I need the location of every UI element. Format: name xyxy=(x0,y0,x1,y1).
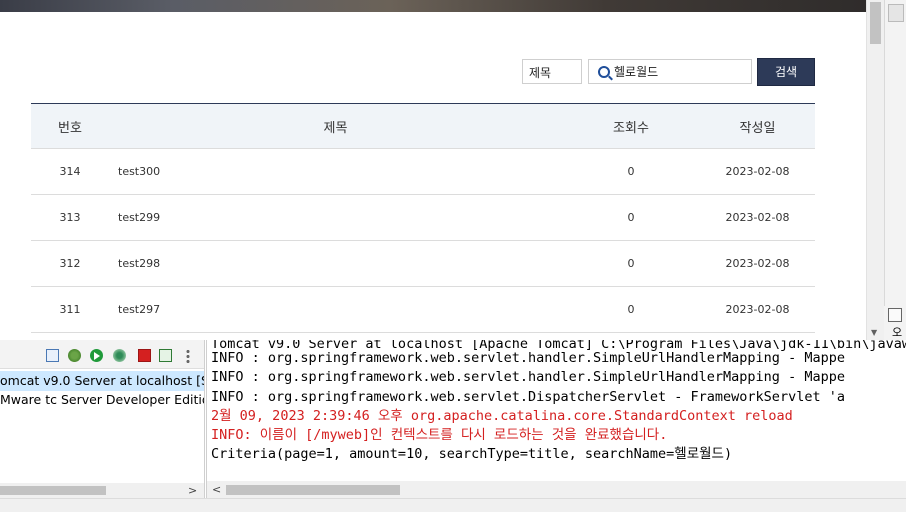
search-type-select[interactable]: 제목 xyxy=(522,59,582,84)
publish-icon[interactable] xyxy=(159,349,172,362)
row-views: 0 xyxy=(562,240,700,287)
row-title-link[interactable]: test298 xyxy=(109,240,562,287)
row-number: 311 xyxy=(31,286,109,333)
collapse-icon[interactable] xyxy=(46,349,59,362)
servers-view: omcat v9.0 Server at localhost [St Mware… xyxy=(0,340,205,498)
console-view: Tomcat v9.0 Server at localhost [Apache … xyxy=(206,340,906,498)
header-views: 조회수 xyxy=(562,103,700,149)
side-panel-strip xyxy=(884,0,906,340)
profile-icon[interactable] xyxy=(113,349,126,362)
table-row[interactable]: 311 test297 0 2023-02-08 xyxy=(31,286,815,333)
search-input[interactable] xyxy=(614,63,744,80)
console-line: INFO : org.springframework.web.servlet.D… xyxy=(211,388,845,405)
table-row[interactable]: 312 test298 0 2023-02-08 xyxy=(31,240,815,287)
status-bar xyxy=(0,498,906,512)
row-title-link[interactable]: test299 xyxy=(109,194,562,241)
row-views: 0 xyxy=(562,286,700,333)
console-line: Criteria(page=1, amount=10, searchType=t… xyxy=(211,446,733,463)
chevron-right-icon[interactable]: > xyxy=(188,483,197,498)
scroll-down-icon[interactable]: ▼ xyxy=(871,328,877,337)
web-page: 제목 검색 번호 제목 조회수 작성일 314 test300 0 2023-0… xyxy=(0,0,906,340)
console-line: INFO : org.springframework.web.servlet.h… xyxy=(211,369,845,386)
panel-icon[interactable] xyxy=(888,4,904,22)
row-date: 2023-02-08 xyxy=(700,194,815,241)
console-hscroll-thumb[interactable] xyxy=(226,485,400,495)
start-server-icon[interactable] xyxy=(90,349,103,362)
page-scrollbar-thumb[interactable] xyxy=(870,2,881,44)
console-side-label: 오 xyxy=(892,326,903,339)
console-side-tools: 오 xyxy=(884,306,906,340)
server-item-vmware[interactable]: Mware tc Server Developer Editio xyxy=(0,390,204,410)
row-title-link[interactable]: test300 xyxy=(109,148,562,195)
row-views: 0 xyxy=(562,148,700,195)
search-field[interactable] xyxy=(588,59,752,84)
board-table: 번호 제목 조회수 작성일 314 test300 0 2023-02-08 3… xyxy=(31,103,815,333)
debug-icon[interactable] xyxy=(68,349,81,362)
row-date: 2023-02-08 xyxy=(700,148,815,195)
row-views: 0 xyxy=(562,194,700,241)
console-hscrollbar[interactable]: < xyxy=(207,481,906,498)
servers-toolbar xyxy=(0,340,204,369)
console-line: INFO : org.springframework.web.servlet.h… xyxy=(211,350,845,366)
console-line-error: 2월 09, 2023 2:39:46 오후 org.apache.catali… xyxy=(211,407,793,424)
search-icon xyxy=(598,66,610,78)
table-header-row: 번호 제목 조회수 작성일 xyxy=(31,103,815,149)
header-number: 번호 xyxy=(31,103,109,149)
servers-hscrollbar[interactable]: > xyxy=(0,483,204,498)
row-date: 2023-02-08 xyxy=(700,286,815,333)
hero-image xyxy=(0,0,866,12)
table-row[interactable]: 313 test299 0 2023-02-08 xyxy=(31,194,815,241)
view-menu-icon[interactable] xyxy=(186,349,190,363)
header-date: 작성일 xyxy=(700,103,815,149)
page-scrollbar[interactable]: ▼ xyxy=(866,0,884,340)
console-view-icon[interactable] xyxy=(888,308,902,322)
server-item-tomcat[interactable]: omcat v9.0 Server at localhost [St xyxy=(0,371,204,391)
row-number: 312 xyxy=(31,240,109,287)
chevron-left-icon[interactable]: < xyxy=(212,481,221,498)
row-number: 313 xyxy=(31,194,109,241)
servers-hscroll-thumb[interactable] xyxy=(0,486,106,495)
search-button[interactable]: 검색 xyxy=(757,58,815,86)
row-title-link[interactable]: test297 xyxy=(109,286,562,333)
console-line-error: INFO: 이름이 [/myweb]인 컨텍스트를 다시 로드하는 것을 완료했… xyxy=(211,427,668,444)
stop-server-icon[interactable] xyxy=(138,349,151,362)
row-date: 2023-02-08 xyxy=(700,240,815,287)
row-number: 314 xyxy=(31,148,109,195)
header-title: 제목 xyxy=(109,103,562,149)
console-output: INFO : org.springframework.web.servlet.h… xyxy=(211,349,845,465)
table-row[interactable]: 314 test300 0 2023-02-08 xyxy=(31,148,815,195)
